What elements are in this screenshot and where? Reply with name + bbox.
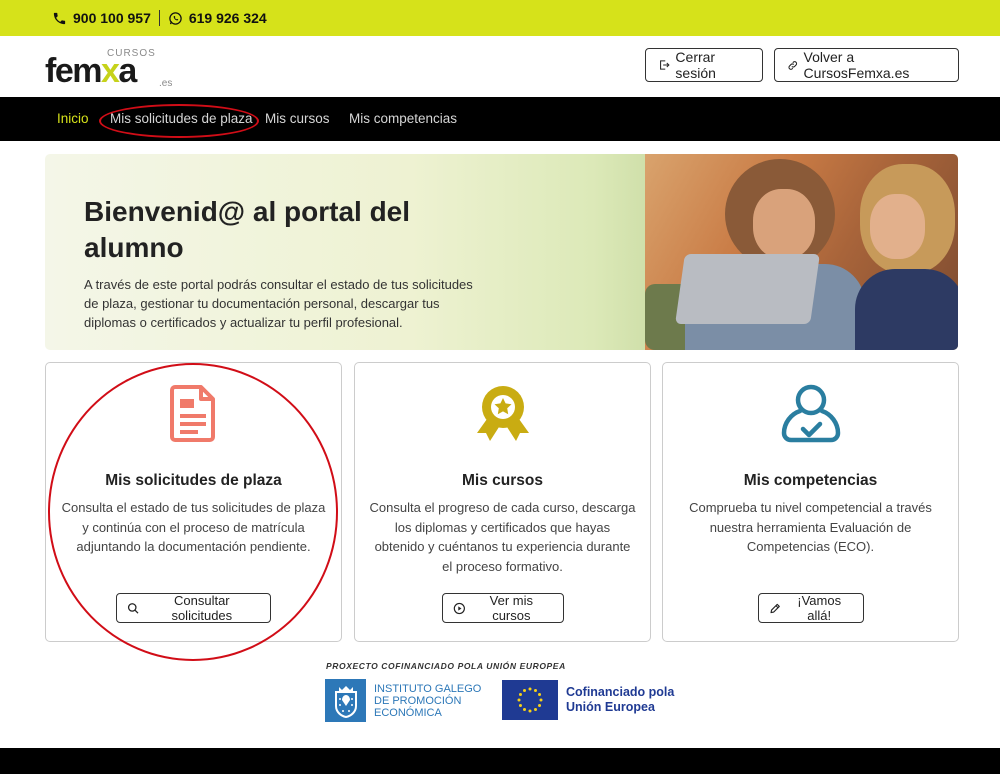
page-title: Bienvenid@ al portal del alumno [84, 196, 411, 263]
eu-star [518, 693, 522, 696]
eu-star [534, 688, 537, 692]
button-label: Ver mis cursos [489, 593, 534, 623]
button-label: Consultar solicitudes [171, 593, 233, 623]
logout-button[interactable]: Cerrar sesión [645, 48, 763, 82]
ver-mis-cursos-button[interactable]: Ver mis cursos [442, 593, 564, 623]
femxa-logo[interactable]: CURSOS femxa .es [45, 48, 175, 90]
card-description: Consulta el estado de tus solicitudes de… [61, 500, 326, 554]
eu-logo: Cofinanciado pola Unión Europea [502, 680, 686, 720]
award-icon [355, 383, 650, 443]
back-label: Volver a CursosFemxa.es [803, 49, 910, 81]
main-nav: Inicio Mis solicitudes de plaza Mis curs… [0, 97, 1000, 141]
eu-star [534, 708, 537, 712]
user-check-icon [663, 383, 958, 443]
photo-person-2-face [870, 194, 925, 259]
card-title: Mis solicitudes de plaza [105, 472, 282, 489]
eu-star [538, 693, 542, 696]
whatsapp-contact[interactable]: 619 926 324 [168, 10, 267, 26]
igape-logo: INSTITUTO GALEGO DE PROMOCIÓN ECONÓMICA [325, 679, 489, 722]
card-title: Mis cursos [462, 472, 543, 489]
search-icon [127, 602, 139, 614]
card-description: Consulta el progreso de cada curso, desc… [369, 500, 636, 574]
phone-number-2: 619 926 324 [188, 10, 267, 26]
cofinanced-caption: PROXECTO COFINANCIADO POLA UNIÓN EUROPEA [326, 661, 566, 671]
card-mis-cursos: Mis cursos Consulta el progreso de cada … [354, 362, 651, 642]
eu-star [528, 687, 532, 691]
card-title: Mis competencias [743, 472, 878, 489]
eu-star [538, 704, 542, 707]
contact-bar: 900 100 957 619 926 324 [0, 0, 1000, 36]
nav-item-mis-cursos[interactable]: Mis cursos [265, 111, 330, 126]
eu-line-1: Cofinanciado pola [566, 685, 675, 699]
nav-item-mis-solicitudes[interactable]: Mis solicitudes de plaza [110, 111, 253, 126]
eu-star [517, 698, 521, 702]
logo-a: a [118, 52, 137, 90]
eu-star [528, 709, 532, 713]
welcome-banner: Bienvenid@ al portal del alumno A través… [45, 154, 958, 350]
eu-star [518, 704, 522, 707]
igape-line-2: DE PROMOCIÓN [374, 694, 462, 707]
footer-bar [0, 748, 1000, 774]
logo-wordmark: femxa [45, 52, 137, 90]
consultar-solicitudes-button[interactable]: Consultar solicitudes [116, 593, 271, 623]
card-mis-competencias: Mis competencias Comprueba tu nivel comp… [662, 362, 959, 642]
header: CURSOS femxa .es Cerrar sesión Volver a … [0, 36, 1000, 97]
phone-icon [53, 12, 66, 24]
whatsapp-icon [169, 11, 182, 25]
igape-line-1: INSTITUTO GALEGO [374, 682, 482, 695]
vamos-alla-button[interactable]: ¡Vamos allá! [758, 593, 864, 623]
logout-label: Cerrar sesión [675, 49, 716, 81]
back-to-site-button[interactable]: Volver a CursosFemxa.es [774, 48, 959, 82]
separator [158, 10, 160, 26]
students-photo [645, 154, 958, 350]
logo-fem: fem [45, 52, 102, 90]
eu-star [539, 698, 543, 702]
button-label: ¡Vamos allá! [797, 593, 842, 623]
igape-line-3: ECONÓMICA [374, 706, 442, 719]
link-icon [788, 60, 798, 70]
igape-text: INSTITUTO GALEGO DE PROMOCIÓN ECONÓMICA [374, 683, 489, 719]
nav-item-mis-competencias[interactable]: Mis competencias [349, 111, 457, 126]
photo-laptop [675, 254, 820, 324]
phone-contact[interactable]: 900 100 957 [52, 10, 151, 26]
eu-star [523, 688, 526, 692]
nav-item-inicio[interactable]: Inicio [57, 111, 89, 126]
play-circle-icon [453, 602, 465, 614]
phone-number-1: 900 100 957 [73, 10, 151, 26]
eu-text: Cofinanciado pola Unión Europea [566, 685, 686, 715]
photo-person-1-face [753, 189, 815, 259]
logo-es: .es [159, 78, 173, 89]
pencil-icon [770, 603, 780, 613]
logout-icon [660, 60, 670, 70]
galicia-crest-icon [325, 679, 366, 722]
document-icon [46, 383, 341, 443]
welcome-text: A través de este portal podrás consultar… [84, 277, 473, 330]
eu-flag-icon [502, 680, 558, 720]
eu-line-2: Unión Europea [566, 700, 655, 714]
logo-x: x [100, 52, 120, 90]
photo-person-2-shirt [855, 269, 958, 350]
card-mis-solicitudes: Mis solicitudes de plaza Consulta el est… [45, 362, 342, 642]
card-description: Comprueba tu nivel competencial a través… [689, 500, 932, 554]
eu-star [523, 708, 526, 712]
